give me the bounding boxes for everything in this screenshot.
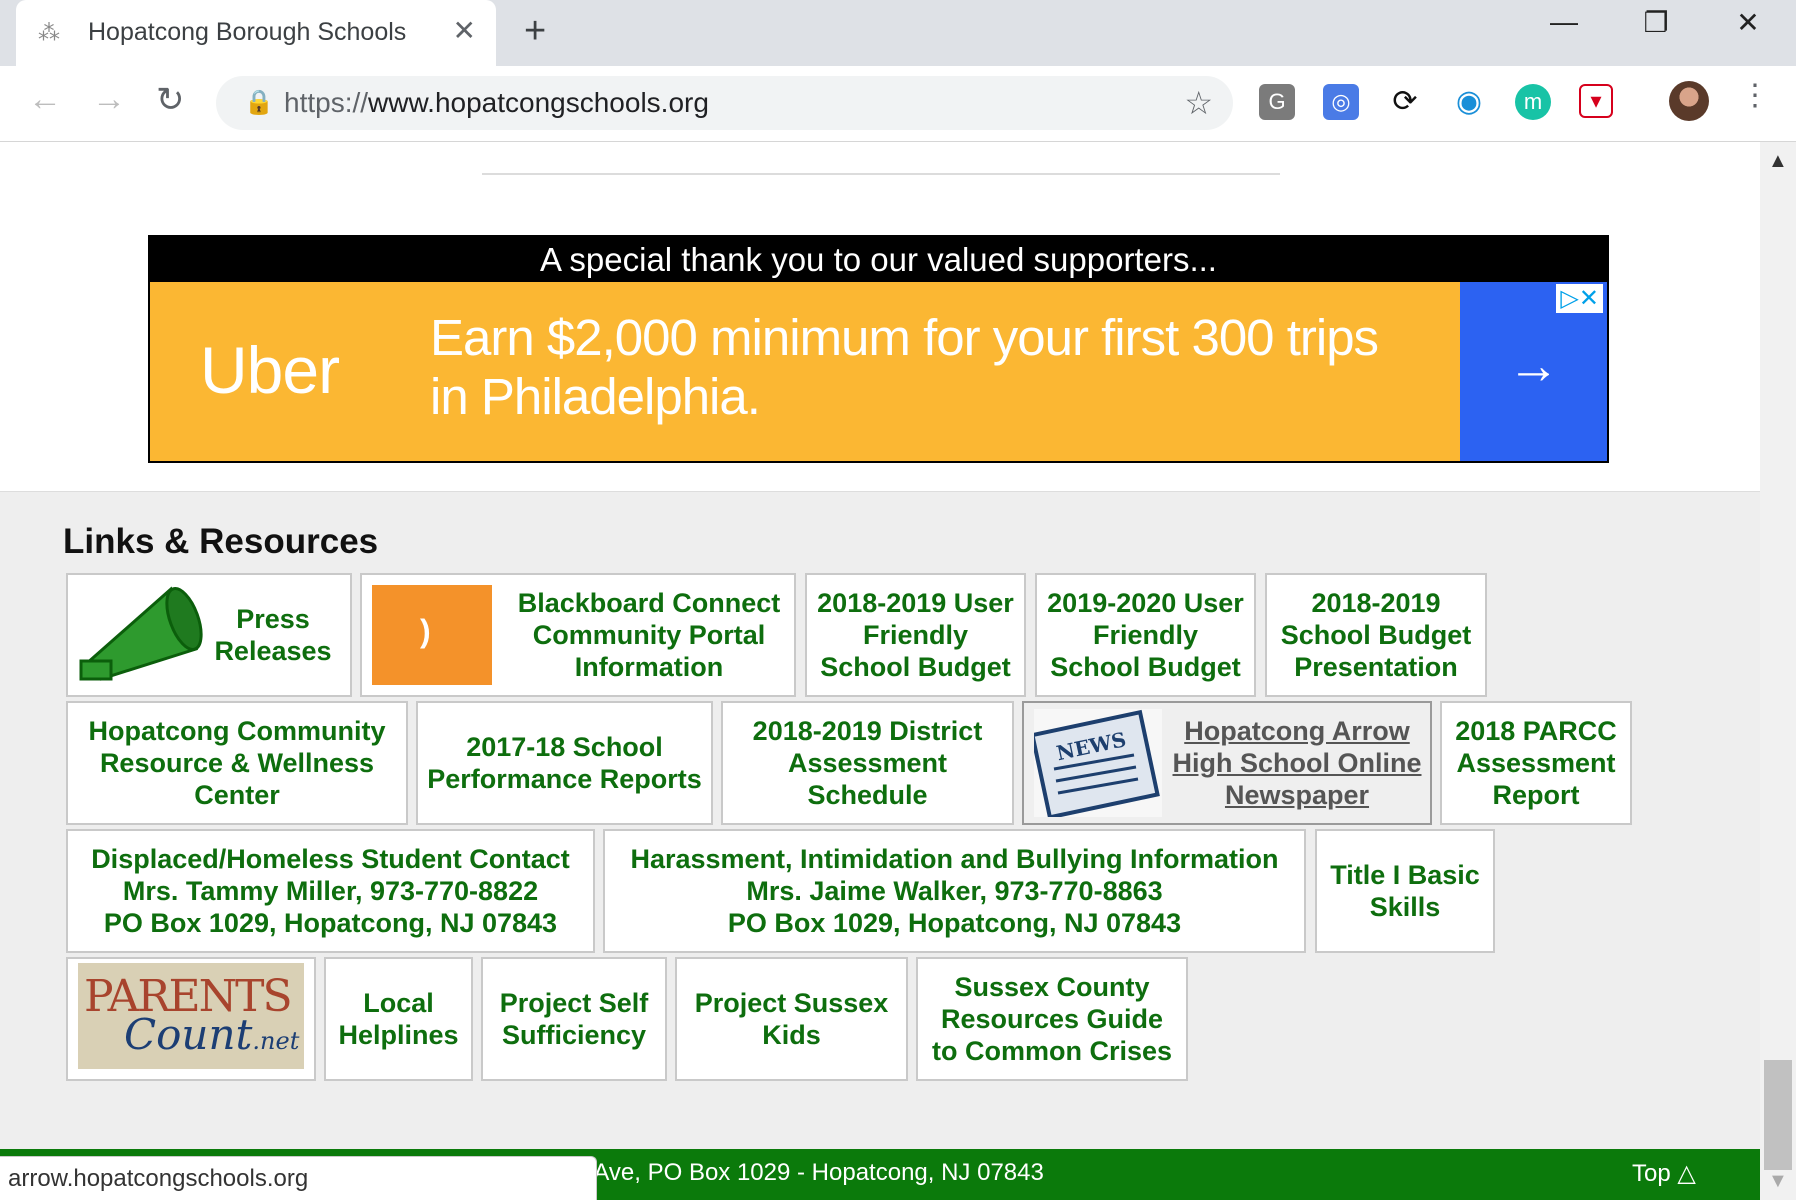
address-bar[interactable]: 🔒 https://www.hopatcongschools.org ☆ xyxy=(216,76,1233,130)
close-window-button[interactable]: ✕ xyxy=(1718,6,1778,39)
url-scheme: https:// xyxy=(284,87,369,118)
tab-close-icon[interactable]: ✕ xyxy=(453,14,476,47)
parents-count-logo: PARENTS Count.net xyxy=(78,963,304,1069)
title-i-link[interactable]: Title I Basic Skills xyxy=(1315,829,1495,953)
camera-extension-icon[interactable]: ◎ xyxy=(1323,84,1359,120)
budget-presentation-label: 2018-2019 School Budget Presentation xyxy=(1280,588,1472,682)
ad-banner[interactable]: Uber Earn $2,000 minimum for your first … xyxy=(150,282,1460,461)
ad-heading: A special thank you to our valued suppor… xyxy=(540,241,1217,278)
displaced-contact-text: Displaced/Homeless Student Contact Mrs. … xyxy=(91,843,570,939)
back-button[interactable]: ← xyxy=(28,80,62,119)
profile-avatar[interactable] xyxy=(1669,81,1709,121)
local-helplines-link[interactable]: Local Helplines xyxy=(324,957,473,1081)
performance-reports-link[interactable]: 2017-18 School Performance Reports xyxy=(416,701,713,825)
bookmark-star-icon[interactable]: ☆ xyxy=(1184,84,1213,122)
ad-cta-button[interactable]: ▷✕ → xyxy=(1460,282,1607,461)
url-text[interactable]: https://www.hopatcongschools.org xyxy=(284,87,709,119)
assessment-schedule-link[interactable]: 2018-2019 District Assessment Schedule xyxy=(721,701,1014,825)
scroll-up-arrow-icon[interactable]: ▲ xyxy=(1768,150,1788,173)
footer-address: r Ave, PO Box 1029 - Hopatcong, NJ 07843 xyxy=(580,1159,1044,1186)
browser-menu-icon[interactable]: ⋮ xyxy=(1740,78,1770,113)
blackboard-connect-label: Blackboard Connect Community Portal Info… xyxy=(517,588,781,682)
parents-count-link[interactable]: PARENTS Count.net xyxy=(66,957,316,1081)
budget-2019-2020-label: 2019-2020 User Friendly School Budget xyxy=(1047,588,1244,682)
links-resources-section: Links & Resources Press Releases ) Black… xyxy=(0,491,1760,1162)
project-sussex-kids-link[interactable]: Project Sussex Kids xyxy=(675,957,908,1081)
performance-reports-label: 2017-18 School Performance Reports xyxy=(427,732,702,794)
community-resource-center-link[interactable]: Hopatcong Community Resource & Wellness … xyxy=(66,701,408,825)
tab-hopatcong[interactable]: ⁂ Hopatcong Borough Schools ✕ xyxy=(16,0,496,66)
rss-icon: ) xyxy=(372,585,492,685)
blackboard-connect-link[interactable]: ) Blackboard Connect Community Portal In… xyxy=(360,573,796,697)
hib-information-link[interactable]: Harassment, Intimidation and Bullying In… xyxy=(603,829,1306,953)
displaced-line-1: Displaced/Homeless Student Contact xyxy=(91,844,570,874)
ad-message: Earn $2,000 minimum for your first 300 t… xyxy=(430,309,1379,425)
hib-line-1: Harassment, Intimidation and Bullying In… xyxy=(630,844,1279,874)
parcc-report-label: 2018 PARCC Assessment Report xyxy=(1455,716,1617,810)
section-title: Links & Resources xyxy=(63,522,379,561)
budget-2019-2020-link[interactable]: 2019-2020 User Friendly School Budget xyxy=(1035,573,1256,697)
sponsor-ad: A special thank you to our valued suppor… xyxy=(148,235,1609,463)
budget-2018-2019-link[interactable]: 2018-2019 User Friendly School Budget xyxy=(805,573,1026,697)
assessment-schedule-label: 2018-2019 District Assessment Schedule xyxy=(752,716,983,810)
hib-line-2: Mrs. Jaime Walker, 973-770-8863 xyxy=(746,876,1163,906)
reload-button[interactable]: ↻ xyxy=(156,80,185,120)
community-resource-center-label: Hopatcong Community Resource & Wellness … xyxy=(88,716,386,810)
lock-icon[interactable]: 🔒 xyxy=(244,88,274,117)
displaced-line-3: PO Box 1029, Hopatcong, NJ 07843 xyxy=(103,908,558,938)
scroll-down-arrow-icon[interactable]: ▼ xyxy=(1768,1170,1788,1193)
status-bar-url: arrow.hopatcongschools.org xyxy=(0,1156,597,1200)
budget-2018-2019-label: 2018-2019 User Friendly School Budget xyxy=(817,588,1014,682)
url-host: www.hopatcongschools.org xyxy=(368,87,709,118)
press-releases-label: Press Releases xyxy=(214,604,332,666)
globe-extension-icon[interactable]: ◉ xyxy=(1451,84,1487,120)
page-scrollbar[interactable]: ▲ ▼ xyxy=(1760,142,1796,1200)
page-content: A special thank you to our valued suppor… xyxy=(0,142,1760,1200)
forward-button[interactable]: → xyxy=(92,80,126,119)
press-releases-link[interactable]: Press Releases xyxy=(66,573,352,697)
hib-line-3: PO Box 1029, Hopatcong, NJ 07843 xyxy=(727,908,1182,938)
hib-information-text: Harassment, Intimidation and Bullying In… xyxy=(630,843,1278,939)
tab-title: Hopatcong Borough Schools xyxy=(88,18,407,46)
uber-logo: Uber xyxy=(200,333,340,407)
browser-chrome: ⁂ Hopatcong Borough Schools ✕ + — ❐ ✕ ← … xyxy=(0,0,1796,142)
project-self-sufficiency-link[interactable]: Project Self Sufficiency xyxy=(481,957,667,1081)
new-tab-button[interactable]: + xyxy=(524,10,546,53)
tab-strip: ⁂ Hopatcong Borough Schools ✕ + — ❐ ✕ xyxy=(0,0,1796,66)
arrow-right-icon[interactable]: → xyxy=(1460,336,1607,396)
restore-button[interactable]: ❐ xyxy=(1626,6,1686,39)
scroll-thumb[interactable] xyxy=(1764,1060,1792,1170)
newspaper-icon: NEWS xyxy=(1034,709,1162,817)
sussex-resources-guide-link[interactable]: Sussex County Resources Guide to Common … xyxy=(916,957,1188,1081)
back-to-top-link[interactable]: Top △ xyxy=(1632,1159,1696,1188)
megaphone-icon xyxy=(79,586,203,681)
divider xyxy=(482,173,1280,175)
status-url-text: arrow.hopatcongschools.org xyxy=(8,1165,309,1192)
browser-toolbar: ← → ↻ 🔒 https://www.hopatcongschools.org… xyxy=(0,66,1796,142)
parcc-report-link[interactable]: 2018 PARCC Assessment Report xyxy=(1440,701,1632,825)
shield-extension-icon[interactable]: ▾ xyxy=(1579,84,1613,118)
sussex-resources-guide-label: Sussex County Resources Guide to Common … xyxy=(931,972,1173,1066)
arrow-newspaper-label: Hopatcong Arrow High School Online Newsp… xyxy=(1172,716,1422,810)
title-i-label: Title I Basic Skills xyxy=(1330,860,1480,922)
minimize-button[interactable]: — xyxy=(1534,6,1594,38)
displaced-line-2: Mrs. Tammy Miller, 973-770-8822 xyxy=(122,876,539,906)
project-self-sufficiency-label: Project Self Sufficiency xyxy=(499,988,649,1050)
budget-presentation-link[interactable]: 2018-2019 School Budget Presentation xyxy=(1265,573,1487,697)
tab-favicon-icon: ⁂ xyxy=(38,20,60,45)
displaced-homeless-contact-link[interactable]: Displaced/Homeless Student Contact Mrs. … xyxy=(66,829,595,953)
extension-g-icon[interactable]: G xyxy=(1259,84,1295,120)
local-helplines-label: Local Helplines xyxy=(338,988,459,1050)
ad-choices-icon[interactable]: ▷✕ xyxy=(1556,284,1603,313)
sync-extension-icon[interactable]: ⟳ xyxy=(1387,84,1423,120)
m-extension-icon[interactable]: m xyxy=(1515,84,1551,120)
project-sussex-kids-label: Project Sussex Kids xyxy=(694,988,889,1050)
arrow-newspaper-link[interactable]: NEWS Hopatcong Arrow High School Online … xyxy=(1022,701,1432,825)
